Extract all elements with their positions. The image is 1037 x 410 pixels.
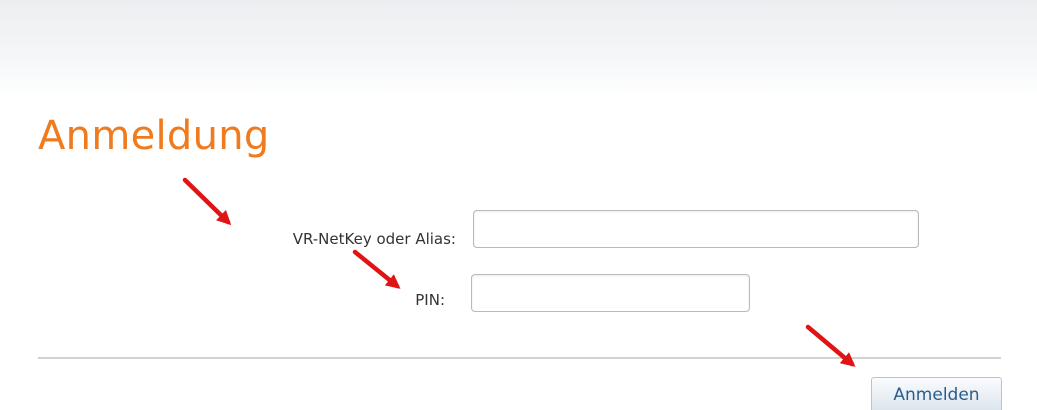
form-divider	[38, 357, 1001, 359]
arrow-icon	[182, 177, 232, 226]
pin-label: PIN:	[415, 291, 445, 309]
netkey-input[interactable]	[473, 210, 919, 248]
page-title: Anmeldung	[38, 113, 270, 159]
netkey-label: VR-NetKey oder Alias:	[292, 230, 456, 248]
login-page: Anmeldung VR-NetKey oder Alias: PIN: Anm…	[0, 0, 1037, 410]
login-button[interactable]: Anmelden	[871, 377, 1002, 410]
header-band	[0, 0, 1037, 100]
arrow-icon	[352, 249, 401, 289]
pin-input[interactable]	[471, 274, 750, 312]
